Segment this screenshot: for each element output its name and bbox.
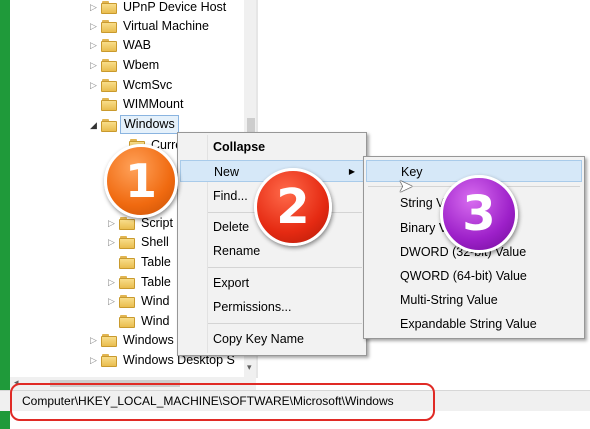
expand-icon[interactable] xyxy=(90,100,99,109)
tree-item-label: WAB xyxy=(123,38,152,52)
step-badge-2: 2 xyxy=(254,168,332,246)
expand-icon[interactable]: ▷ xyxy=(90,3,99,12)
desktop-background xyxy=(0,0,10,429)
tree-item-label: Wbem xyxy=(123,58,160,72)
expand-icon[interactable]: ▷ xyxy=(108,238,117,247)
folder-icon xyxy=(101,39,117,52)
folder-icon xyxy=(101,334,117,347)
tree-item-label: Wind xyxy=(141,294,170,308)
tree-item-label: Table xyxy=(141,255,171,269)
menu-separator xyxy=(208,323,362,324)
menu-item-permissions[interactable]: Permissions... xyxy=(180,296,364,318)
folder-icon xyxy=(101,1,117,14)
tree-item-label: Wind xyxy=(141,314,170,328)
folder-icon xyxy=(101,79,117,92)
tree-item-label: Windows xyxy=(120,115,179,134)
step-badge-1: 1 xyxy=(104,144,178,218)
expand-icon[interactable]: ▷ xyxy=(108,278,117,287)
folder-icon xyxy=(101,59,117,72)
menu-item-collapse[interactable]: Collapse xyxy=(180,136,364,158)
mouse-cursor-icon: ➤ xyxy=(398,176,414,196)
menu-item-export[interactable]: Export xyxy=(180,272,364,294)
folder-icon xyxy=(119,256,135,269)
step-badge-3: 3 xyxy=(440,175,518,253)
tree-item-label: Windows xyxy=(123,333,174,347)
tree-item-label: WIMMount xyxy=(123,97,184,111)
folder-icon xyxy=(119,295,135,308)
tree-item-label: Shell xyxy=(141,235,169,249)
folder-icon xyxy=(119,217,135,230)
expand-icon[interactable]: ▷ xyxy=(90,41,99,50)
menu-separator xyxy=(208,267,362,268)
menu-item-copy-key-name[interactable]: Copy Key Name xyxy=(180,328,364,350)
tree-item-label: Virtual Machine xyxy=(123,19,209,33)
menu-item-label: New xyxy=(214,165,240,179)
folder-icon xyxy=(119,315,135,328)
folder-icon xyxy=(119,236,135,249)
folder-icon xyxy=(101,354,117,367)
submenu-arrow-icon: ▶ xyxy=(348,167,355,176)
menu-item-rename[interactable]: Rename xyxy=(180,240,364,262)
expand-icon[interactable]: ▷ xyxy=(108,219,117,228)
submenu-item-qword-value[interactable]: QWORD (64-bit) Value xyxy=(366,265,582,287)
expand-icon[interactable]: ▷ xyxy=(90,356,99,365)
expand-icon[interactable]: ▷ xyxy=(108,297,117,306)
expand-icon[interactable]: ▷ xyxy=(90,61,99,70)
folder-icon xyxy=(101,20,117,33)
submenu-item-multi-string-value[interactable]: Multi-String Value xyxy=(366,289,582,311)
expand-icon[interactable]: ▷ xyxy=(90,81,99,90)
folder-icon xyxy=(119,276,135,289)
expand-icon[interactable]: ▷ xyxy=(90,336,99,345)
expand-icon[interactable]: ▷ xyxy=(90,22,99,31)
tree-item-label: UPnP Device Host xyxy=(123,0,227,14)
collapse-icon[interactable]: ◢ xyxy=(90,121,99,130)
tree-item-label: Table xyxy=(141,275,171,289)
folder-icon xyxy=(101,98,117,111)
path-highlight-outline xyxy=(10,383,435,421)
tree-item-label: WcmSvc xyxy=(123,78,173,92)
scroll-down-icon[interactable]: ▾ xyxy=(247,362,252,373)
submenu-item-expandable-string-value[interactable]: Expandable String Value xyxy=(366,313,582,335)
context-menu: Collapse New ▶ Find... Delete Rename Exp… xyxy=(177,132,367,356)
folder-open-icon xyxy=(101,119,117,132)
